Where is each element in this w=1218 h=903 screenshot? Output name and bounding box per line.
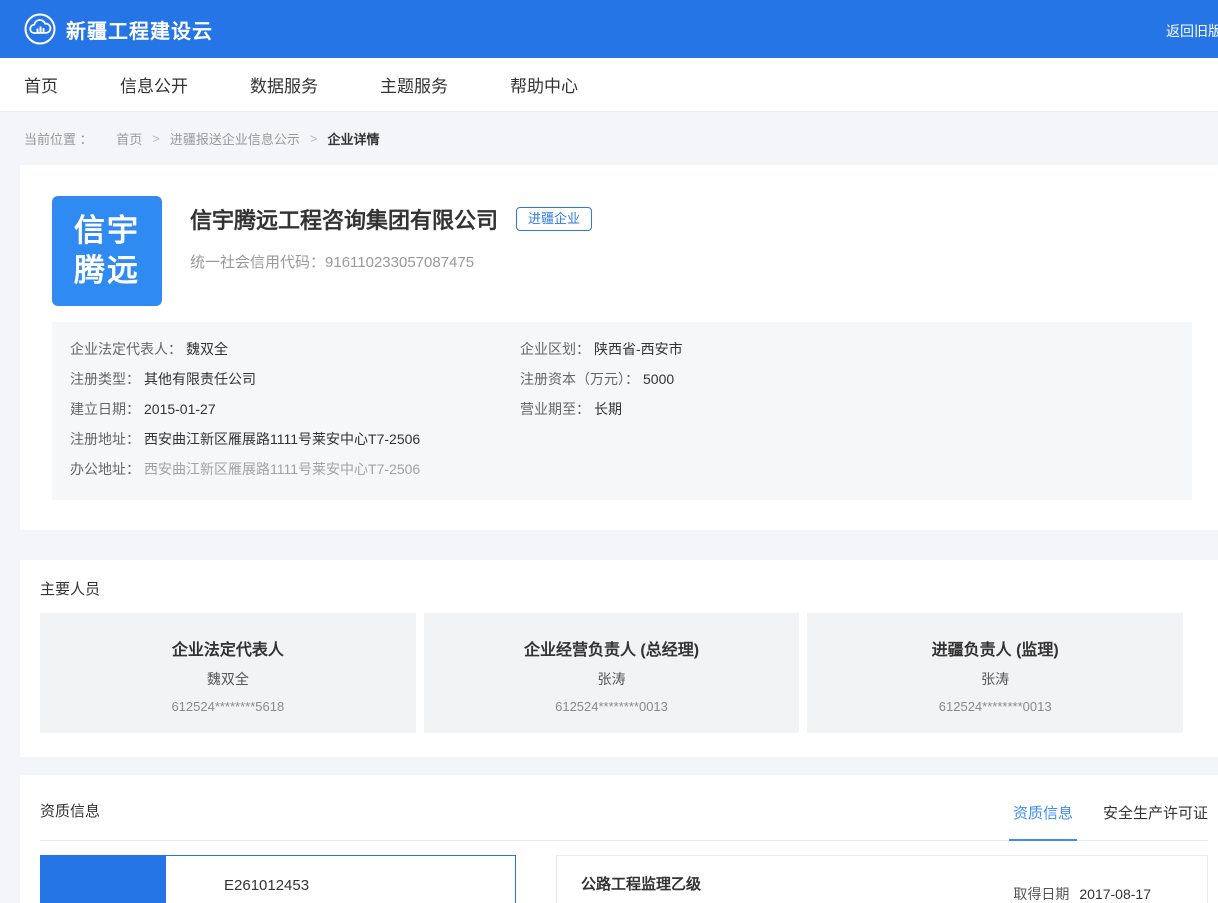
person-card-xinjiang-supervisor: 进疆负责人 (监理) 张涛 612524********0013 — [807, 613, 1183, 733]
nav-item-home[interactable]: 首页 — [24, 72, 58, 97]
certificate-card[interactable]: E261012453 — [40, 855, 516, 903]
nav-item-theme-services[interactable]: 主题服务 — [380, 72, 448, 97]
breadcrumb: 当前位置 ： 首页 > 进疆报送企业信息公示 > 企业详情 — [0, 112, 1218, 165]
nav-item-info-disclosure[interactable]: 信息公开 — [120, 72, 188, 97]
info-row-registered-capital: 注册资本（万元）：5000 — [520, 364, 683, 394]
info-row-region: 企业区划：陕西省-西安市 — [520, 334, 683, 364]
breadcrumb-current: 企业详情 — [327, 129, 379, 148]
breadcrumb-home[interactable]: 首页 — [116, 129, 142, 148]
qualification-date: 取得日期 2017-08-17 — [1013, 884, 1151, 903]
breadcrumb-separator: > — [152, 131, 160, 146]
info-row-registration-type: 注册类型：其他有限责任公司 — [70, 364, 520, 394]
info-row-establish-date: 建立日期：2015-01-27 — [70, 394, 520, 424]
enterprise-type-badge: 进疆企业 — [516, 207, 592, 231]
info-row-office-address: 办公地址：西安曲江新区雁展路1111号莱安中心T7-2506 — [70, 454, 520, 484]
company-logo: 信宇 腾远 — [52, 196, 162, 306]
nav-item-help-center[interactable]: 帮助中心 — [510, 72, 578, 97]
nav-item-data-services[interactable]: 数据服务 — [250, 72, 318, 97]
info-row-registered-address: 注册地址：西安曲江新区雁展路1111号莱安中心T7-2506 — [70, 424, 520, 454]
certificate-number: E261012453 — [224, 877, 309, 894]
back-to-old-version-link[interactable]: 返回旧版 — [1166, 21, 1218, 41]
person-card-legal-rep: 企业法定代表人 魏双全 612524********5618 — [40, 613, 416, 733]
tab-safety-production-license[interactable]: 安全生产许可证 — [1103, 802, 1208, 840]
app-title: 新疆工程建设云 — [66, 15, 213, 44]
main-nav: 首页 信息公开 数据服务 主题服务 帮助中心 — [0, 58, 1218, 112]
date-value: 2017-08-17 — [1079, 886, 1151, 902]
company-detail-box: 企业法定代表人：魏双全 注册类型：其他有限责任公司 建立日期：2015-01-2… — [52, 322, 1192, 500]
person-card-general-manager: 企业经营负责人 (总经理) 张涛 612524********0013 — [424, 613, 800, 733]
company-name: 信宇腾远工程咨询集团有限公司 — [190, 203, 498, 235]
credit-code-value: 916110233057087475 — [325, 254, 474, 271]
breadcrumb-enterprise-list[interactable]: 进疆报送企业信息公示 — [170, 129, 300, 148]
qualification-tabs: 资质信息 安全生产许可证 — [983, 802, 1208, 840]
personnel-section-title: 主要人员 — [40, 578, 1218, 599]
date-label: 取得日期 — [1013, 886, 1069, 902]
breadcrumb-separator: > — [310, 131, 318, 146]
certificate-thumbnail — [41, 856, 166, 903]
top-header-bar: 新疆工程建设云 返回旧版 — [0, 0, 1218, 58]
info-row-business-term: 营业期至：长期 — [520, 394, 683, 424]
info-row-legal-rep: 企业法定代表人：魏双全 — [70, 334, 520, 364]
cloud-logo-icon — [24, 13, 56, 45]
company-info-card: 信宇 腾远 信宇腾远工程咨询集团有限公司 进疆企业 统一社会信用代码：91611… — [20, 165, 1218, 530]
tab-qualification-info[interactable]: 资质信息 — [1013, 802, 1073, 840]
credit-code-label: 统一社会信用代码： — [190, 254, 325, 271]
qualification-section: 资质信息 资质信息 安全生产许可证 E261012453 公路工程监理乙级 状态… — [20, 775, 1218, 903]
credit-code-line: 统一社会信用代码：916110233057087475 — [190, 251, 592, 272]
breadcrumb-prefix: 当前位置 ： — [24, 129, 93, 148]
key-personnel-section: 主要人员 企业法定代表人 魏双全 612524********5618 企业经营… — [20, 560, 1218, 757]
qualification-section-title: 资质信息 — [40, 800, 100, 840]
certificate-detail-card[interactable]: 公路工程监理乙级 状态可用 取得日期2017-08-17 — [556, 855, 1208, 903]
